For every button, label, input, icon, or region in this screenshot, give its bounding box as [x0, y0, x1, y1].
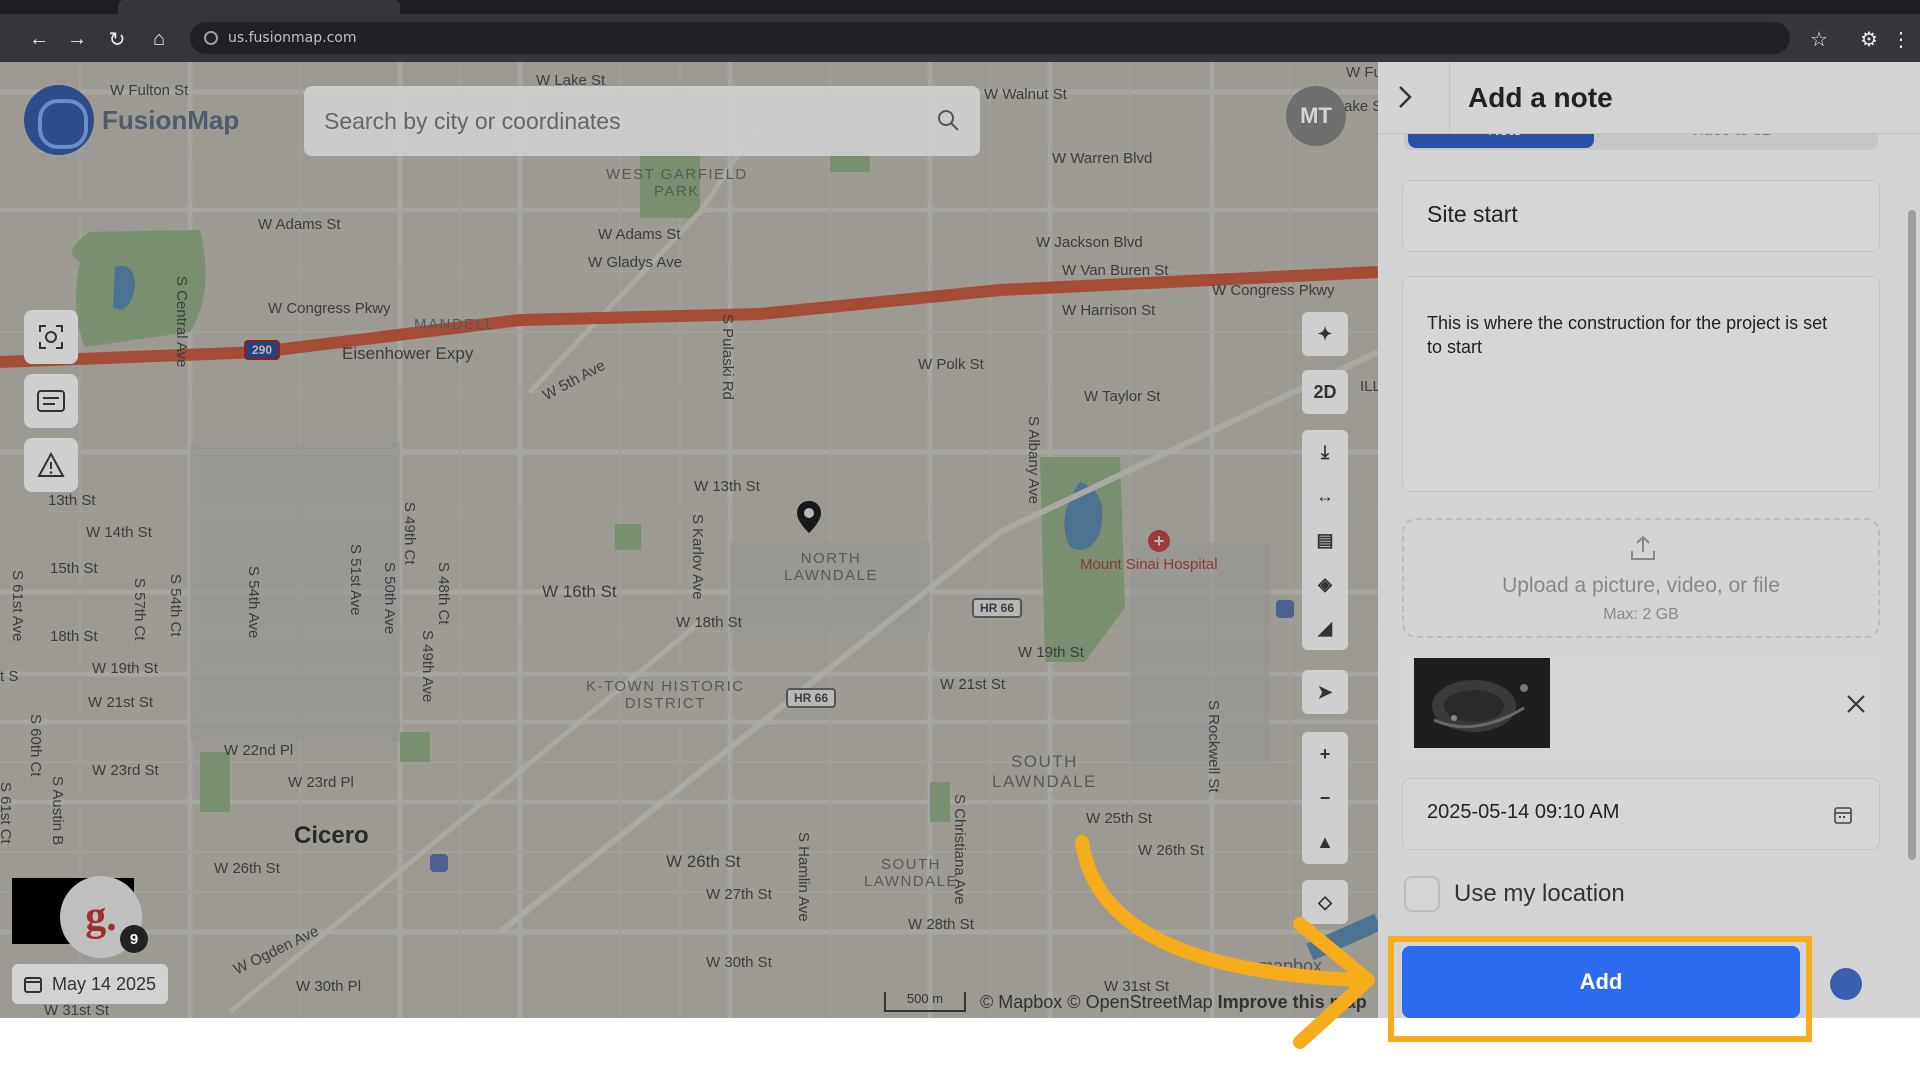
browser-tabstrip	[0, 0, 1920, 14]
calendar-icon	[24, 977, 42, 993]
url-text: us.fusionmap.com	[228, 30, 357, 46]
attachment-thumbnail[interactable]	[1414, 658, 1550, 748]
datetime-input[interactable]	[1427, 801, 1807, 824]
measure-area-button[interactable]: ◈	[1302, 562, 1348, 606]
search-input[interactable]	[324, 104, 914, 138]
search-box[interactable]	[304, 86, 980, 156]
browser-tab[interactable]	[118, 0, 400, 14]
menu-icon[interactable]: ⋮	[1888, 26, 1914, 52]
note-title-field[interactable]	[1402, 180, 1880, 252]
elevation-button[interactable]: ◢	[1302, 606, 1348, 650]
notes-list-button[interactable]	[24, 374, 78, 428]
forward-icon[interactable]: →	[64, 26, 90, 52]
use-location-label[interactable]: Use my location	[1454, 880, 1625, 908]
scan-icon	[39, 325, 63, 349]
upload-label: Upload a picture, video, or file	[1502, 574, 1780, 597]
warning-icon	[37, 452, 65, 477]
upload-icon	[1631, 535, 1655, 560]
elevation-icon: ◢	[1318, 617, 1332, 638]
measure-area-icon: ◈	[1318, 573, 1332, 594]
date-chip-label: May 14 2025	[52, 973, 157, 994]
notification-badge: 9	[120, 925, 148, 953]
ai-sparkle-button[interactable]: ✦	[1302, 312, 1348, 356]
download-icon: ⤓	[1321, 441, 1329, 462]
close-icon[interactable]	[1846, 694, 1866, 714]
user-avatar[interactable]: MT	[1286, 86, 1346, 146]
chat-icon[interactable]	[1830, 968, 1862, 1000]
note-description-input[interactable]: This is where the construction for the p…	[1427, 311, 1847, 461]
list-icon	[37, 390, 65, 412]
address-bar[interactable]: us.fusionmap.com	[190, 22, 1790, 54]
date-filter-chip[interactable]: May 14 2025	[12, 964, 168, 1004]
ai-sparkle-icon: ✦	[1317, 323, 1333, 344]
panel-header: Add a note	[1378, 62, 1920, 134]
home-icon[interactable]: ⌂	[146, 26, 172, 52]
download-button[interactable]: ⤓	[1302, 430, 1348, 474]
datetime-field[interactable]	[1402, 778, 1880, 850]
zoom-in-icon: +	[1319, 743, 1331, 764]
panel-scrollbar[interactable]	[1908, 210, 1916, 860]
note-title-input[interactable]	[1427, 201, 1847, 228]
upload-limit: Max: 2 GB	[1603, 606, 1679, 623]
header-divider	[1449, 62, 1450, 134]
browser-toolbar: ← → ↻ ⌂ us.fusionmap.com ☆ ⚙ ⋮	[0, 14, 1920, 62]
site-info-icon[interactable]	[204, 31, 218, 45]
ruler-button[interactable]: ▤	[1302, 518, 1348, 562]
note-description-field[interactable]: This is where the construction for the p…	[1402, 276, 1880, 492]
compare-icon: ↔	[1316, 485, 1334, 506]
zoom-out-icon: −	[1319, 787, 1331, 808]
use-location-row[interactable]: Use my location	[1404, 874, 1625, 914]
upload-dropzone[interactable]: Upload a picture, video, or file Max: 2 …	[1402, 518, 1880, 638]
fusionmap-logo[interactable]: FusionMap	[24, 85, 239, 155]
add-note-panel: Video to 3D Note Add a note This is wher…	[1378, 62, 1920, 1018]
calendar-icon[interactable]	[1833, 805, 1853, 825]
back-icon[interactable]: ←	[26, 26, 52, 52]
locate-icon: ➤	[1317, 681, 1333, 702]
zoom-out-button[interactable]: −	[1302, 776, 1348, 820]
tutorial-arrow-icon	[1075, 835, 1375, 1049]
add-note-button[interactable]: Add	[1402, 946, 1800, 1018]
panel-title: Add a note	[1468, 82, 1613, 113]
ruler-icon: ▤	[1316, 529, 1334, 550]
search-icon[interactable]	[936, 108, 960, 132]
star-icon[interactable]: ☆	[1806, 26, 1832, 52]
mode-2d-button[interactable]: 2D	[1302, 370, 1348, 414]
compare-button[interactable]: ↔	[1302, 474, 1348, 518]
use-location-checkbox[interactable]	[1404, 876, 1440, 912]
chevron-right-icon[interactable]	[1392, 84, 1418, 110]
thumbnail-image	[1432, 680, 1528, 732]
zoom-in-button[interactable]: +	[1302, 732, 1348, 776]
locate-button[interactable]: ➤	[1302, 670, 1348, 714]
scan-button[interactable]	[24, 310, 78, 364]
map-scale: 500 m	[884, 992, 966, 1012]
reload-icon[interactable]: ↻	[104, 26, 130, 52]
logo-mark	[24, 85, 94, 155]
attachment-item	[1402, 658, 1880, 758]
issues-button[interactable]	[24, 438, 78, 492]
extensions-icon[interactable]: ⚙	[1856, 26, 1882, 52]
logo-text: FusionMap	[102, 104, 240, 135]
